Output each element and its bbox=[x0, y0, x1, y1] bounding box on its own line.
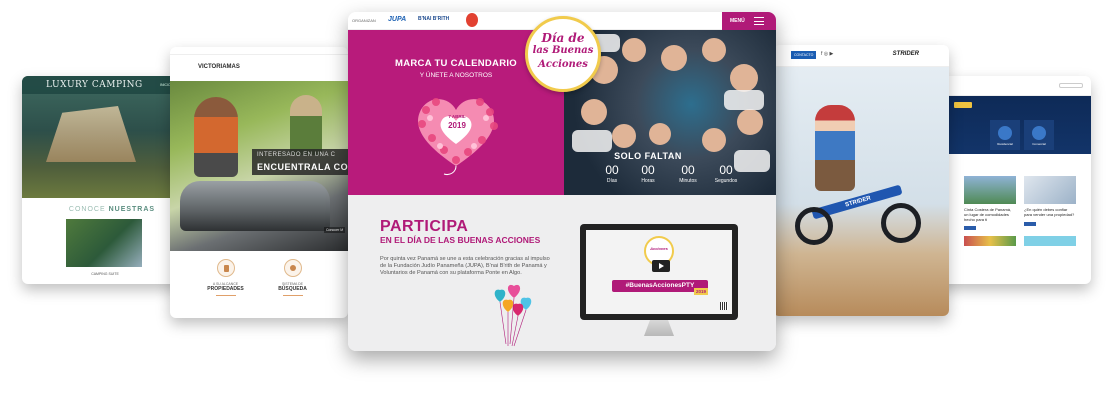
heart-balloons-icon bbox=[494, 284, 532, 347]
car-image bbox=[180, 181, 330, 231]
logo-line1: Día de bbox=[541, 31, 585, 45]
feature-properties[interactable]: A SU ALCANCE PROPIEDADES bbox=[201, 259, 251, 296]
residential-icon bbox=[998, 126, 1012, 140]
countdown-value: 00 bbox=[605, 163, 619, 177]
hamburger-icon bbox=[754, 17, 764, 25]
video-year: 2019 bbox=[694, 288, 709, 295]
event-date-day: 7 ABRIL bbox=[448, 114, 466, 119]
tile-commercial[interactable]: Comercial bbox=[1024, 120, 1054, 150]
learn-more-button[interactable]: Conocer M bbox=[324, 227, 346, 233]
divider bbox=[282, 295, 303, 296]
feature-line2: BÚSQUEDA bbox=[278, 286, 307, 292]
bnai-brith-logo[interactable]: B'NAI B'RITH bbox=[418, 16, 449, 22]
countdown-label: Segundos bbox=[714, 178, 738, 184]
video-monitor: Acciones #BuenasAccionesPTY 2019 bbox=[580, 224, 738, 320]
feature-search[interactable]: SISTEMA DE BÚSQUEDA bbox=[268, 259, 318, 296]
child-figure bbox=[815, 105, 855, 191]
site-logo[interactable]: VICTORIAMAS bbox=[170, 55, 348, 81]
list-item-image[interactable] bbox=[1024, 236, 1076, 247]
search-input[interactable] bbox=[1059, 83, 1083, 88]
strider-bike-screenshot: CONTACTO f ◎ ▶ STRIDER STRIDER bbox=[773, 45, 949, 316]
play-icon[interactable] bbox=[652, 260, 670, 272]
item-title: ¿En quién debes confiar para vender una … bbox=[1024, 207, 1075, 217]
woman-figure bbox=[290, 95, 322, 155]
item-image bbox=[964, 176, 1016, 204]
search-icon bbox=[283, 259, 302, 277]
feature-line2: PROPIEDADES bbox=[207, 286, 244, 292]
item-title: Cinta Costera de Panamá, un lugar de com… bbox=[964, 207, 1012, 222]
read-more-button[interactable] bbox=[1024, 221, 1036, 226]
tile-label: Comercial bbox=[1032, 142, 1046, 146]
organizers-label: ORGANIZAN bbox=[352, 18, 376, 23]
countdown-label: Horas bbox=[641, 178, 655, 184]
jupa-logo[interactable]: JUPA bbox=[388, 16, 406, 23]
tent-image bbox=[46, 106, 136, 162]
camping-thumb-caption: CAMPING SUITE bbox=[91, 272, 119, 276]
list-item[interactable]: Cinta Costera de Panamá, un lugar de com… bbox=[964, 176, 1016, 231]
bike-wheel-rear bbox=[795, 207, 833, 245]
section-title-b: NUESTRAS bbox=[108, 206, 156, 213]
partner-logo[interactable] bbox=[466, 13, 478, 27]
countdown-value: 00 bbox=[681, 163, 695, 177]
list-item[interactable]: ¿En quién debes confiar para vender una … bbox=[1024, 176, 1076, 230]
countdown-value: 00 bbox=[641, 163, 655, 177]
tile-residential[interactable]: Residencial bbox=[990, 120, 1020, 150]
child-bike-hero: STRIDER bbox=[773, 67, 949, 316]
brand-text: VICTORIAMAS bbox=[198, 64, 240, 70]
countdown-title: SOLO FALTAN bbox=[614, 151, 682, 161]
list-item-image[interactable] bbox=[964, 236, 1016, 247]
camping-brand[interactable]: LUXURY CAMPING bbox=[46, 80, 143, 90]
man-figure bbox=[194, 97, 238, 177]
feature-list: A SU ALCANCE PROPIEDADES SISTEMA DE BÚSQ… bbox=[170, 251, 348, 296]
participate-title: PARTICIPA bbox=[380, 218, 469, 235]
camping-thumb[interactable] bbox=[66, 219, 142, 267]
countdown-seconds: 00 Segundos bbox=[708, 163, 744, 184]
family-hero: INTERESADO EN UNA C ENCUENTRALA CO Conoc… bbox=[170, 81, 348, 251]
participate-body: Por quinta vez Panamá se une a esta cele… bbox=[380, 256, 550, 276]
countdown-value: 00 bbox=[719, 163, 733, 177]
showcase: LUXURY CAMPING INICIO Quiénes somos VI C… bbox=[0, 0, 1110, 403]
topbar bbox=[170, 47, 348, 55]
bike-wheel-front bbox=[881, 203, 921, 243]
banner-line1: INTERESADO EN UNA C bbox=[257, 152, 336, 158]
hero-pill[interactable] bbox=[954, 102, 972, 108]
divider bbox=[215, 295, 236, 296]
event-date-year: 2019 bbox=[448, 121, 466, 130]
video-logo-text: Acciones bbox=[650, 246, 668, 251]
qr-code-icon bbox=[720, 302, 728, 310]
contact-button[interactable]: CONTACTO bbox=[791, 51, 817, 59]
countdown-minutes: 00 Minutos bbox=[670, 163, 706, 184]
building-icon bbox=[216, 259, 235, 277]
logo-line2: las Buenas bbox=[532, 45, 594, 56]
participate-subtitle: EN EL DÍA DE LAS BUENAS ACCIONES bbox=[380, 235, 541, 245]
video-screen[interactable]: Acciones #BuenasAccionesPTY 2019 bbox=[586, 230, 732, 314]
social-icons[interactable]: f ◎ ▶ bbox=[821, 51, 833, 57]
tile-label: Residencial bbox=[997, 142, 1013, 146]
hero-banner: INTERESADO EN UNA C ENCUENTRALA CO bbox=[252, 149, 348, 175]
menu-button[interactable]: MENÚ bbox=[722, 12, 776, 30]
strider-nav: CONTACTO f ◎ ▶ STRIDER bbox=[773, 45, 949, 67]
real-estate-family-screenshot: VICTORIAMAS INTERESADO EN UNA C ENCUENTR… bbox=[170, 47, 348, 318]
logo-line3: Acciones bbox=[538, 59, 588, 70]
strider-brand[interactable]: STRIDER bbox=[893, 51, 919, 57]
read-more-button[interactable] bbox=[964, 226, 976, 231]
countdown-label: Minutos bbox=[679, 178, 697, 184]
buenas-acciones-screenshot: ORGANIZAN JUPA B'NAI B'RITH MENÚ MARCA T… bbox=[348, 12, 776, 351]
item-image bbox=[1024, 176, 1076, 204]
countdown-label: Días bbox=[606, 178, 618, 184]
countdown-days: 00 Días bbox=[594, 163, 630, 184]
countdown-hours: 00 Horas bbox=[630, 163, 666, 184]
banner-line2: ENCUENTRALA CO bbox=[257, 162, 348, 172]
section-title-a: CONOCE bbox=[68, 206, 106, 213]
menu-label: MENÚ bbox=[730, 18, 745, 24]
commercial-icon bbox=[1032, 126, 1046, 140]
event-logo[interactable]: Día de las Buenas Acciones bbox=[525, 16, 601, 92]
heart-mosaic-icon bbox=[418, 98, 498, 175]
